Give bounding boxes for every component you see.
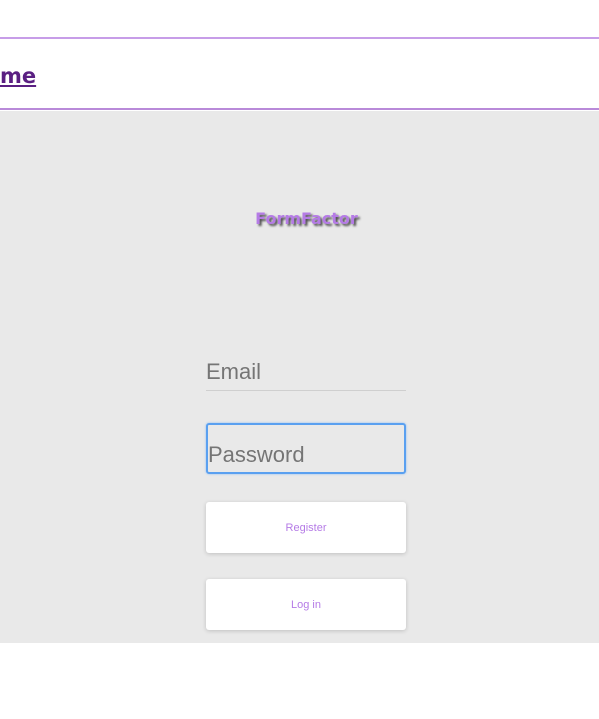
login-panel: FormFactor Register Log in [0, 111, 599, 643]
register-button-label: Register [285, 521, 327, 534]
register-button[interactable]: Register [206, 502, 406, 553]
email-field[interactable] [206, 345, 406, 391]
login-button-label: Log in [291, 598, 321, 611]
login-button[interactable]: Log in [206, 579, 406, 630]
top-bar [0, 0, 599, 39]
password-field[interactable] [206, 423, 406, 474]
app-logo: FormFactor [255, 209, 358, 228]
home-link[interactable]: me [0, 63, 36, 89]
page-footer [0, 643, 599, 719]
nav-bar: me [0, 41, 599, 110]
